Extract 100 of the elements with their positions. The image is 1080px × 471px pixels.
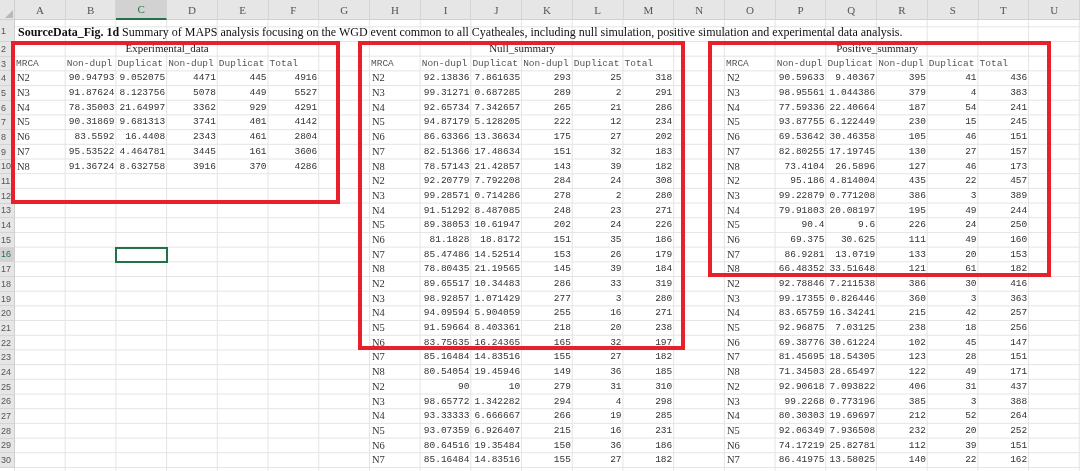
row-header[interactable]: 20 [0,306,15,322]
table-cell-text: N6 [371,335,386,350]
table-cell-text: 73.4104 [783,159,826,174]
row-header[interactable]: 24 [0,365,15,380]
table-cell-text: 19.69697 [828,409,877,424]
table-cell-text: 89.38053 [422,218,471,233]
table-cell-text: 232 [907,423,927,438]
table-cell-text: 175 [552,130,572,145]
table-cell-text: 285 [654,409,674,424]
table-cell-text: 86.41975 [777,453,826,468]
table-cell-text: 151 [1009,438,1029,453]
table-cell-text: 33 [609,277,623,291]
column-header[interactable]: C [116,0,168,20]
table-cell-text: N3 [371,188,386,203]
table-cell-text: 389 [1009,188,1029,203]
row-header[interactable]: 23 [0,350,15,366]
table-cell-text: 248 [552,203,572,218]
table-cell-text: 4286 [293,159,319,174]
table-cell-text: 318 [654,71,674,86]
column-header[interactable]: R [877,0,928,20]
table-cell-text: 7.861635 [473,71,522,86]
column-header[interactable]: E [217,0,269,20]
table-cell-text: 92.13836 [422,71,471,86]
row-header[interactable]: 27 [0,409,15,424]
table-cell-text: 45 [964,335,978,350]
row-header[interactable]: 14 [0,218,15,233]
table-cell-text: 98.65772 [422,394,471,409]
table-cell-text: N3 [371,291,386,306]
table-cell-text: N6 [371,438,386,453]
table-cell-text: 386 [907,277,927,291]
table-cell-text: N3 [726,188,741,203]
column-header[interactable]: S [927,0,979,20]
table-cell-text: 386 [907,188,927,203]
table-cell-text: 99.31271 [422,86,471,101]
table-cell-text: 5.904059 [473,306,522,321]
table-cell-text: 379 [907,86,927,101]
table-cell-text: 173 [1009,159,1029,174]
header-cell-text: MRCA [370,56,395,71]
column-header[interactable]: M [623,0,675,20]
column-header[interactable]: P [775,0,827,20]
table-cell-text: 445 [248,71,268,86]
table-cell-text: 46 [964,130,978,145]
table-cell-text: 71.34503 [777,365,826,380]
column-header[interactable]: K [522,0,573,20]
table-cell-text: 4.814004 [828,174,877,189]
table-cell-text: 127 [907,159,927,174]
row-header[interactable]: 1 [0,20,15,42]
table-cell-text: 363 [1009,291,1029,306]
column-header[interactable]: L [572,0,624,20]
column-header[interactable]: D [167,0,218,20]
selected-cell[interactable] [115,246,169,264]
table-cell-text: 14.52514 [473,247,522,262]
column-header[interactable]: F [268,0,320,20]
table-cell-text: 27 [609,350,623,365]
table-cell-text: 140 [907,453,927,468]
table-cell-text: 19 [609,409,623,424]
table-cell-text: 91.51292 [422,203,471,218]
table-cell-text: 112 [907,438,927,453]
table-cell-text: 7.093822 [828,379,877,394]
column-header[interactable]: O [725,0,776,20]
table-cell-text: 80.30303 [777,409,826,424]
table-cell-text: 20 [609,321,623,336]
header-cell-text: Duplicat [471,56,520,71]
table-cell-text: N2 [726,174,741,189]
table-cell-text: 24 [964,218,978,233]
table-cell-text: 28 [964,350,978,365]
column-header[interactable]: J [471,0,523,20]
table-cell-text: N8 [16,159,31,174]
table-cell-text: 18.8172 [479,232,522,247]
table-cell-text: N5 [371,321,386,336]
row-header[interactable]: 21 [0,321,15,336]
header-cell-text: MRCA [15,56,40,71]
row-header[interactable]: 30 [0,453,15,468]
table-cell-text: 401 [248,115,268,130]
row-header[interactable]: 18 [0,277,15,292]
column-header[interactable]: T [978,0,1030,20]
table-cell-text: N2 [371,277,386,291]
table-cell-text: 85.47486 [422,247,471,262]
table-cell-text: 395 [907,71,927,86]
column-header[interactable]: A [15,0,66,20]
column-header[interactable]: N [674,0,725,20]
table-cell-text: N7 [726,350,741,365]
table-cell-text: 82.51366 [422,144,471,159]
column-header[interactable]: Q [826,0,878,20]
table-cell-text: 83.65759 [777,306,826,321]
table-cell-text: 111 [907,232,927,247]
row-header[interactable]: 17 [0,262,15,277]
table-cell-text: 388 [1009,394,1029,409]
table-cell-text: 80.54054 [422,365,471,380]
table-cell-text: 252 [1009,423,1029,438]
column-header[interactable]: H [370,0,421,20]
table-cell-text: 4471 [192,71,217,86]
table-cell-text: 133 [907,247,927,262]
column-header[interactable]: I [420,0,472,20]
column-header[interactable]: B [65,0,117,20]
table-cell-text: 39 [964,438,978,453]
table-cell-text: 244 [1009,203,1029,218]
column-header[interactable]: U [1029,0,1080,20]
table-cell-text: 36 [609,438,623,453]
column-header[interactable]: G [319,0,370,20]
